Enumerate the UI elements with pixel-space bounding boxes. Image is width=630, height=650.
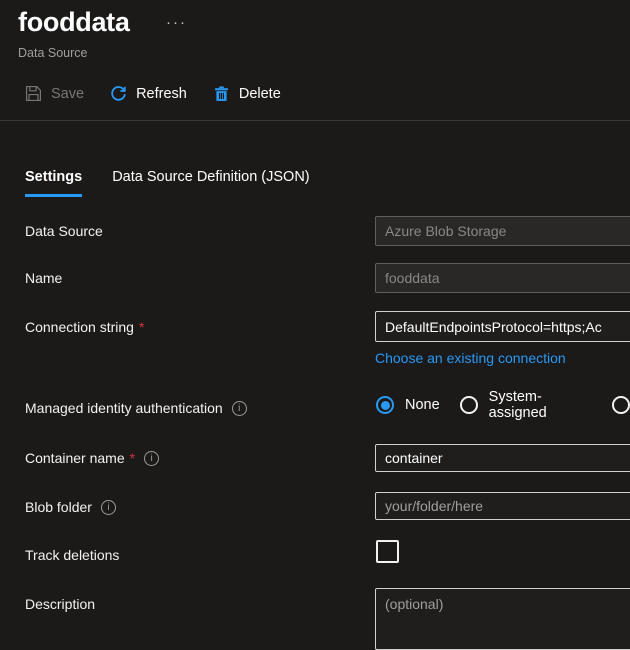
radio-system-assigned-label[interactable]: System-assigned <box>489 389 592 421</box>
refresh-button[interactable]: Refresh <box>110 85 187 102</box>
radio-none[interactable] <box>376 396 394 414</box>
managed-identity-label: Managed identity authentication i <box>25 398 247 418</box>
track-deletions-label: Track deletions <box>25 545 119 565</box>
delete-button[interactable]: Delete <box>213 85 281 102</box>
radio-system-assigned[interactable] <box>460 396 478 414</box>
required-asterisk: * <box>130 448 135 468</box>
blob-folder-input[interactable] <box>375 492 630 520</box>
refresh-button-label: Refresh <box>136 86 187 102</box>
page-subtitle: Data Source <box>18 46 87 60</box>
description-textarea[interactable] <box>375 588 630 650</box>
radio-user-assigned-partial[interactable] <box>612 396 630 414</box>
tab-data-source-definition-json[interactable]: Data Source Definition (JSON) <box>112 169 309 197</box>
connection-string-label: Connection string * <box>25 317 144 337</box>
save-button: Save <box>25 85 84 102</box>
info-icon[interactable]: i <box>101 500 116 515</box>
choose-existing-connection-link[interactable]: Choose an existing connection <box>375 350 566 366</box>
trash-icon <box>213 85 230 102</box>
more-menu-button[interactable]: ··· <box>166 14 187 31</box>
data-source-input <box>375 216 630 246</box>
connection-string-input[interactable] <box>375 311 630 342</box>
info-icon[interactable]: i <box>144 451 159 466</box>
container-name-input[interactable] <box>375 444 630 472</box>
delete-button-label: Delete <box>239 86 281 102</box>
name-input <box>375 263 630 293</box>
name-label: Name <box>25 268 62 288</box>
ellipsis-icon: ··· <box>166 14 187 31</box>
radio-none-label[interactable]: None <box>405 397 440 413</box>
blob-folder-label: Blob folder i <box>25 497 116 517</box>
managed-identity-radio-group: None System-assigned <box>376 395 630 415</box>
description-label: Description <box>25 594 95 614</box>
tab-bar: Settings Data Source Definition (JSON) <box>25 169 310 197</box>
page-title: fooddata <box>18 7 130 38</box>
tab-settings[interactable]: Settings <box>25 169 82 197</box>
save-button-label: Save <box>51 86 84 102</box>
info-icon[interactable]: i <box>232 401 247 416</box>
toolbar-divider <box>0 120 630 121</box>
floppy-disk-icon <box>25 85 42 102</box>
container-name-label: Container name * i <box>25 448 159 468</box>
data-source-label: Data Source <box>25 221 103 241</box>
track-deletions-checkbox[interactable] <box>376 540 399 563</box>
refresh-arrow-icon <box>110 85 127 102</box>
command-bar: Save Refresh Delete <box>25 85 281 102</box>
required-asterisk: * <box>139 317 144 337</box>
